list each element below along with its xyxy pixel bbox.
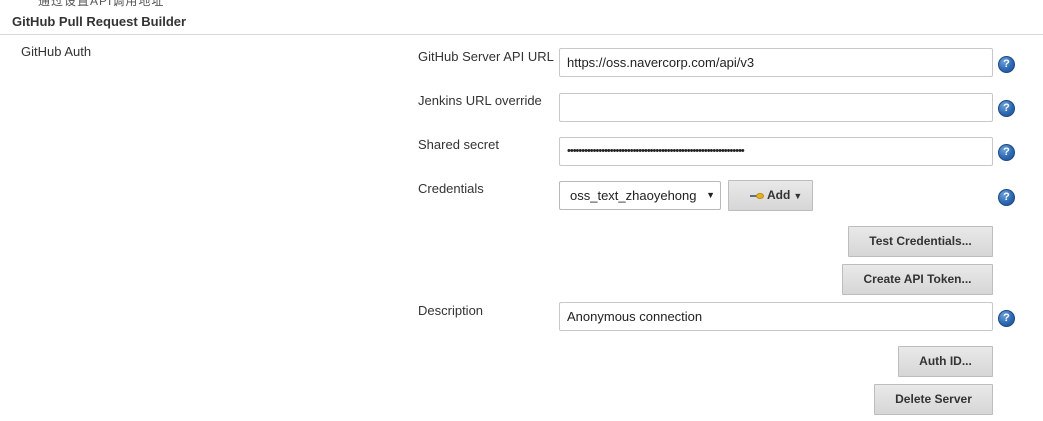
help-icon[interactable]: ? [998, 56, 1015, 73]
section-divider [0, 34, 1043, 35]
jenkins-url-override-input[interactable] [559, 93, 993, 122]
help-icon[interactable]: ? [998, 310, 1015, 327]
credentials-selected-value: oss_text_zhaoyehong [570, 188, 697, 203]
help-icon[interactable]: ? [998, 189, 1015, 206]
credentials-label: Credentials [418, 181, 484, 196]
delete-server-button[interactable]: Delete Server [874, 384, 993, 415]
key-icon [750, 193, 764, 199]
github-auth-label: GitHub Auth [21, 44, 92, 59]
help-icon[interactable]: ? [998, 100, 1015, 117]
create-api-token-button[interactable]: Create API Token... [842, 264, 993, 295]
server-api-url-input[interactable]: https://oss.navercorp.com/api/v3 [559, 48, 993, 77]
shared-secret-label: Shared secret [418, 137, 499, 152]
auth-id-button[interactable]: Auth ID... [898, 346, 993, 377]
description-label: Description [418, 303, 484, 318]
credentials-select[interactable]: oss_text_zhaoyehong ▼ [559, 181, 721, 210]
help-icon[interactable]: ? [998, 144, 1015, 161]
description-input[interactable]: Anonymous connection [559, 302, 993, 331]
section-title: GitHub Pull Request Builder [12, 14, 187, 29]
add-credentials-button[interactable]: Add ▼ [728, 180, 813, 211]
test-credentials-button[interactable]: Test Credentials... [848, 226, 993, 257]
shared-secret-input[interactable]: ••••••••••••••••••••••••••••••••••••••••… [559, 137, 993, 166]
server-api-url-label: GitHub Server API URL [418, 49, 554, 64]
clipped-header-text: 通过设置API调用地址 [38, 0, 165, 8]
select-arrow-icon: ▼ [706, 190, 715, 200]
add-button-label: Add [767, 188, 791, 202]
chevron-down-icon: ▼ [793, 191, 803, 201]
jenkins-url-override-label: Jenkins URL override [418, 93, 542, 108]
